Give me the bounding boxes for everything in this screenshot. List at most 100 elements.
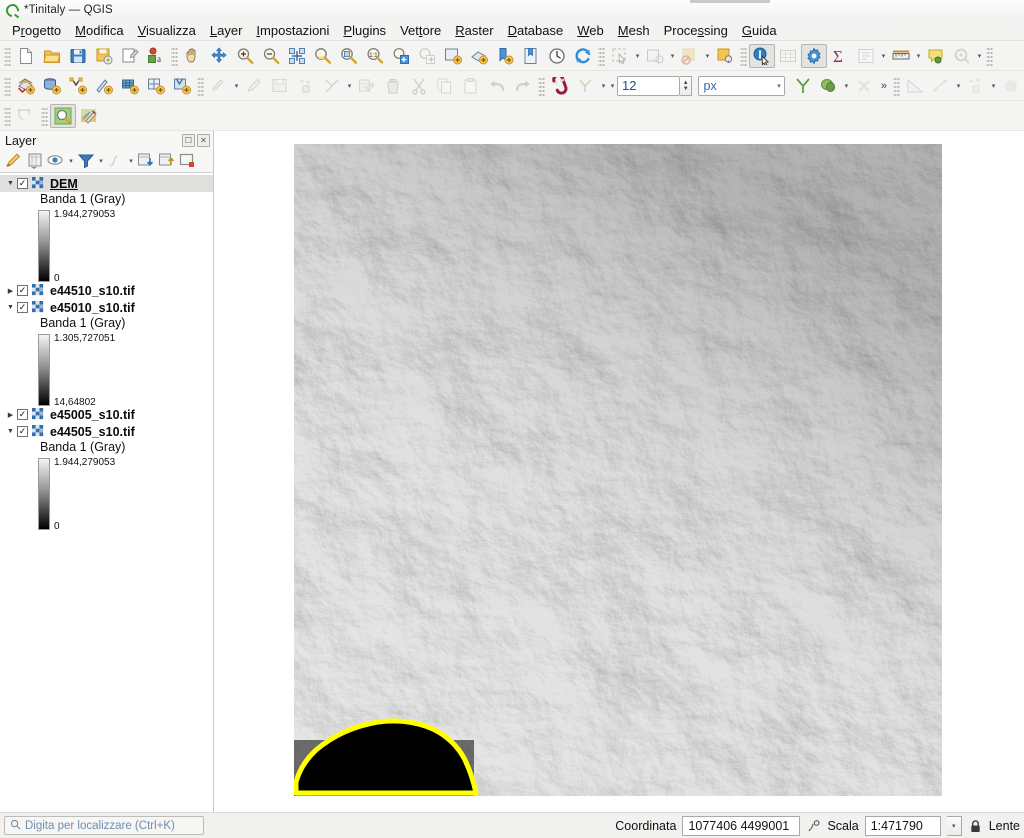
metasearch-button[interactable] bbox=[50, 103, 76, 128]
menu-item-web[interactable]: Web bbox=[570, 21, 611, 40]
add-vector-layer-button[interactable] bbox=[65, 74, 91, 98]
zoom-full-button[interactable] bbox=[284, 44, 310, 68]
open-attribute-table-button[interactable] bbox=[775, 44, 801, 68]
chevron-right-icon[interactable]: ▶ bbox=[4, 411, 17, 419]
self-snapping-button[interactable] bbox=[851, 74, 877, 98]
toolbar-grip[interactable] bbox=[4, 45, 11, 66]
layer-row[interactable]: ▼ ✓ e45010_s10.tif bbox=[0, 299, 213, 316]
add-raster-layer-button[interactable] bbox=[13, 74, 39, 98]
toolbar-grip[interactable] bbox=[171, 45, 178, 66]
coordinate-capture-icon[interactable] bbox=[806, 818, 821, 833]
scale-field[interactable]: 1:471790 bbox=[864, 815, 941, 836]
map-canvas[interactable] bbox=[214, 131, 1024, 812]
zoom-out-button[interactable] bbox=[258, 44, 284, 68]
current-edits-button[interactable] bbox=[206, 74, 232, 98]
chevron-down-icon[interactable]: ▾ bbox=[67, 157, 75, 165]
toolbar-grip[interactable] bbox=[740, 45, 747, 66]
toolbar-grip[interactable] bbox=[4, 75, 11, 96]
select-by-expression-button[interactable] bbox=[642, 44, 668, 68]
chevron-down-icon[interactable]: ▾ bbox=[954, 74, 963, 98]
chevron-down-icon[interactable]: ▼ bbox=[4, 304, 17, 311]
menu-item-visualizza[interactable]: Visualizza bbox=[131, 21, 203, 40]
add-mesh-layer-button[interactable] bbox=[117, 74, 143, 98]
add-group-button[interactable] bbox=[25, 151, 45, 171]
copy-features-button[interactable] bbox=[432, 74, 458, 98]
menu-item-modifica[interactable]: Modifica bbox=[68, 21, 130, 40]
layer-visibility-checkbox[interactable]: ✓ bbox=[17, 178, 28, 189]
chevron-down-icon[interactable]: ▾ bbox=[127, 157, 135, 165]
paste-features-button[interactable] bbox=[458, 74, 484, 98]
menu-item-guida[interactable]: Guida bbox=[735, 21, 784, 40]
reshape-features-button[interactable] bbox=[963, 74, 989, 98]
panel-float-icon[interactable]: ☐ bbox=[182, 134, 195, 147]
toolbar-extra-button[interactable] bbox=[998, 74, 1024, 98]
filter-legend-by-expression-button[interactable] bbox=[106, 151, 126, 171]
filter-legend-button[interactable] bbox=[76, 151, 96, 171]
save-layer-edits-button[interactable] bbox=[267, 74, 293, 98]
layer-visibility-checkbox[interactable]: ✓ bbox=[17, 285, 28, 296]
menu-item-processing[interactable]: Processing bbox=[657, 21, 735, 40]
zoom-native-resolution-button[interactable]: 1:1 bbox=[362, 44, 388, 68]
open-layer-styling-panel[interactable] bbox=[4, 151, 24, 171]
chevron-down-icon[interactable]: ▾ bbox=[97, 157, 105, 165]
chevron-right-icon[interactable]: ▶ bbox=[4, 287, 17, 295]
snapping-tolerance-field[interactable]: 12 bbox=[617, 75, 681, 96]
toolbar-grip[interactable] bbox=[892, 75, 900, 96]
menu-item-database[interactable]: Database bbox=[501, 21, 571, 40]
locator-search-box[interactable]: Digita per localizzare (Ctrl+K) bbox=[4, 816, 204, 835]
collapse-all-button[interactable] bbox=[157, 151, 177, 171]
refresh-button[interactable] bbox=[570, 44, 596, 68]
undo-button[interactable] bbox=[484, 74, 510, 98]
chevron-down-icon[interactable]: ▾ bbox=[989, 74, 998, 98]
show-statistics-button[interactable] bbox=[853, 44, 879, 68]
zoom-to-selection-button[interactable] bbox=[310, 44, 336, 68]
chevron-down-icon[interactable]: ▾ bbox=[879, 44, 888, 68]
new-map-view-button[interactable] bbox=[440, 44, 466, 68]
chevron-down-icon[interactable]: ▾ bbox=[599, 74, 608, 98]
new-project-button[interactable] bbox=[13, 44, 39, 68]
vertex-tool-button[interactable] bbox=[319, 74, 345, 98]
snapping-units-combo[interactable]: px ▾ bbox=[697, 75, 785, 96]
toolbar-grip[interactable] bbox=[197, 75, 204, 96]
map-tips-button[interactable] bbox=[923, 44, 949, 68]
menu-item-raster[interactable]: Raster bbox=[448, 21, 500, 40]
remove-layer-button[interactable] bbox=[178, 151, 198, 171]
show-styling-button[interactable] bbox=[949, 44, 975, 68]
zoom-next-button[interactable] bbox=[414, 44, 440, 68]
temporal-controller-button[interactable] bbox=[544, 44, 570, 68]
measure-angle-button[interactable] bbox=[902, 74, 928, 98]
chevron-down-icon[interactable]: ▾ bbox=[703, 44, 712, 68]
chevron-down-icon[interactable]: ▾ bbox=[914, 44, 923, 68]
menu-item-plugins[interactable]: Plugins bbox=[336, 21, 393, 40]
lock-icon[interactable] bbox=[968, 818, 983, 833]
georeferencer-button[interactable] bbox=[76, 104, 102, 128]
menu-item-impostazioni[interactable]: Impostazioni bbox=[249, 21, 336, 40]
layer-row[interactable]: ▼ ✓ DEM bbox=[0, 175, 213, 192]
processing-toolbox-button[interactable] bbox=[801, 43, 827, 68]
toolbar-grip[interactable] bbox=[538, 75, 545, 96]
manage-layer-visibility-button[interactable] bbox=[46, 151, 66, 171]
layer-tree[interactable]: ▼ ✓ DEM Banda 1 (Gray) 1.944,279053 0 ▶ ✓ e44510… bbox=[0, 172, 213, 812]
layer-row[interactable]: ▶ ✓ e45005_s10.tif bbox=[0, 406, 213, 423]
toggle-editing-button[interactable] bbox=[241, 74, 267, 98]
save-project-button[interactable] bbox=[65, 44, 91, 68]
add-wfs-layer-button[interactable] bbox=[169, 74, 195, 98]
coordinate-field[interactable]: 1077406 4499001 bbox=[682, 815, 801, 836]
snapping-tolerance-stepper[interactable]: ▲ ▼ bbox=[680, 75, 693, 96]
chevron-down-icon[interactable]: ▾ bbox=[668, 44, 677, 68]
panel-close-icon[interactable]: ✕ bbox=[197, 134, 210, 147]
layer-row[interactable]: ▼ ✓ e44505_s10.tif bbox=[0, 423, 213, 440]
select-polygon-button[interactable] bbox=[13, 104, 39, 128]
offset-curve-button[interactable] bbox=[928, 74, 954, 98]
new-3d-map-view-button[interactable] bbox=[466, 44, 492, 68]
identify-features-button[interactable] bbox=[749, 43, 775, 68]
pan-map-button[interactable] bbox=[180, 44, 206, 68]
avoid-overlap-button[interactable] bbox=[790, 74, 816, 98]
chevron-down-icon[interactable]: ▾ bbox=[345, 74, 354, 98]
open-project-button[interactable] bbox=[39, 44, 65, 68]
toolbar-grip[interactable] bbox=[4, 105, 11, 126]
chevron-down-icon[interactable]: ▾ bbox=[975, 44, 984, 68]
toolbar-grip[interactable] bbox=[598, 45, 605, 66]
expand-all-button[interactable] bbox=[136, 151, 156, 171]
menu-item-vettore[interactable]: Vettore bbox=[393, 21, 448, 40]
